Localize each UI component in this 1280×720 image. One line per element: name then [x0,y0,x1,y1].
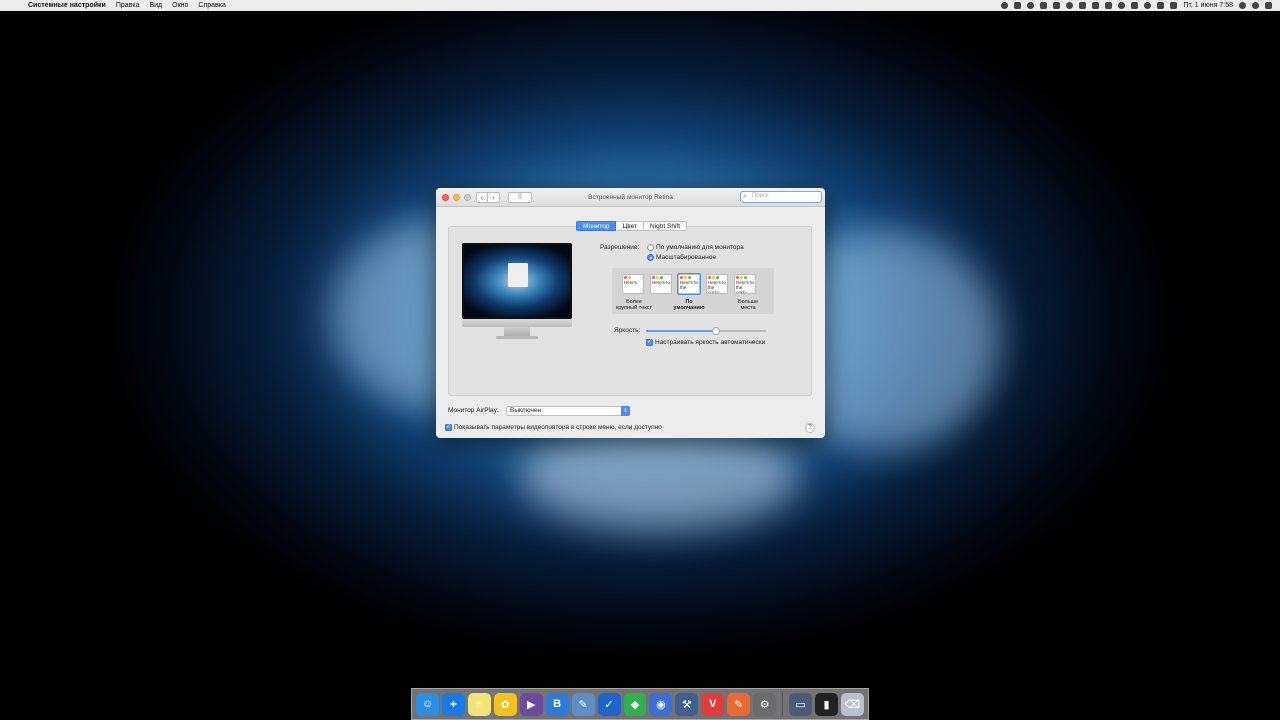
dock-tasks-icon[interactable]: ✓ [597,692,621,716]
dock-evernote-icon[interactable]: ◆ [623,692,647,716]
search-input[interactable]: ⌕ Поиск [740,191,822,203]
dock-vivaldi-icon[interactable]: V [701,692,725,716]
monitor-screen [462,243,572,319]
menu-view[interactable]: Вид [149,2,162,9]
scale-caption-larger: Более крупный текст [616,299,652,311]
menu-extras: Пт, 1 июня 7:58 [1001,2,1272,9]
dock-system-preferences-icon[interactable]: ⚙ [753,692,777,716]
dock-chrome-icon[interactable]: ◉ [649,692,673,716]
brightness-slider-knob[interactable] [711,327,720,335]
scale-sample-text: Here's to the crazy [708,280,726,294]
scale-option-4[interactable]: Here's to the crazy [706,274,728,294]
spotlight-icon[interactable] [1252,2,1259,9]
cloud-icon[interactable] [1053,2,1061,9]
input-source-icon[interactable] [1170,2,1178,9]
dock-preview-icon[interactable]: ✎ [571,692,595,716]
scale-option-2[interactable]: Here's to [650,274,672,294]
dock-downloads-icon[interactable]: ▭ [789,692,813,716]
scale-sample-text: Here's to the crazy ones [736,280,754,294]
scale-sample-text: Here's to the [680,280,698,290]
tab-monitor[interactable]: Монитор [576,221,617,231]
tab-color[interactable]: Цвет [616,221,645,231]
resolution-scaled-radio[interactable] [647,254,654,261]
wifi-icon[interactable] [1144,2,1152,9]
camera-icon[interactable] [1014,2,1022,9]
menu-clock[interactable]: Пт, 1 июня 7:58 [1183,2,1233,9]
apple-logo-icon [462,319,572,327]
dock-trash-icon[interactable]: ⌫ [841,692,864,716]
record-icon[interactable] [1001,2,1009,9]
menu-help[interactable]: Справка [198,2,225,9]
brightness-slider[interactable] [646,327,766,335]
mirroring-checkbox[interactable]: ✓ [445,424,452,431]
dropbox-icon[interactable] [1040,2,1048,9]
scale-caption-more-space: Больше места [737,299,759,311]
window-titlebar[interactable]: ‹ › ⠿ Встроенный монитор Retina ⌕ Поиск [436,188,825,207]
chevron-updown-icon: ⇕ [621,406,630,416]
menu-app-name[interactable]: Системные настройки [28,2,106,9]
tab-bar: Монитор Цвет Night Shift [576,221,688,231]
scale-option-5[interactable]: Here's to the crazy ones [734,274,756,294]
dock-final-cut-pro-icon[interactable]: ▶ [519,692,543,716]
scale-option-1[interactable]: Here's [622,274,644,294]
tab-night-shift[interactable]: Night Shift [644,221,688,231]
display-preferences-window: ‹ › ⠿ Встроенный монитор Retina ⌕ Поиск … [436,188,825,438]
clipboard-icon[interactable] [1079,2,1087,9]
battery-icon[interactable] [1157,2,1165,9]
resolution-scaled-label[interactable]: Масштабированное [656,254,716,261]
dock-finder-icon[interactable]: ☺ [416,692,439,716]
dock-xcode-icon[interactable]: ⚒ [675,692,699,716]
brightness-slider-fill [646,330,716,332]
dock-tes-icon[interactable]: ✿ [493,692,517,716]
dock-vk-icon[interactable]: В [545,692,569,716]
brightness-label: Яркость: [614,327,641,334]
auto-brightness-checkbox[interactable]: ✓ [646,339,653,346]
mirroring-label[interactable]: Показывать параметры видеоповтора в стро… [454,424,662,431]
monitor-mini-window [508,263,528,287]
status-icon[interactable] [1027,2,1035,9]
resolution-default-radio[interactable] [647,244,654,251]
scale-sample-text: Here's to [652,280,670,285]
dock-notes-icon[interactable]: ≡ [467,692,491,716]
auto-brightness-label[interactable]: Настраивать яркость автоматически [655,339,765,346]
airplay-select[interactable]: Выключен ⇕ [506,406,630,416]
dock-sketch-icon[interactable]: ✎ [727,692,751,716]
sync-icon[interactable] [1066,2,1074,9]
airplay-select-value: Выключен [510,407,542,414]
menu-bar: Системные настройки Правка Вид Окно Спра… [0,0,1280,11]
scale-caption-default: По умолчанию [673,299,705,311]
monitor-base [496,336,538,339]
time-machine-icon[interactable] [1118,2,1126,9]
airplay-label: Монитор AirPlay: [448,407,499,414]
airplay-icon[interactable] [1105,2,1113,9]
resolution-label: Разрешение: [600,244,640,251]
help-button[interactable]: ? [805,423,815,433]
notification-center-icon[interactable] [1265,2,1272,9]
display-icon[interactable] [1092,2,1100,9]
menu-edit[interactable]: Правка [116,2,140,9]
user-icon[interactable] [1239,2,1246,9]
bluetooth-icon[interactable] [1131,2,1139,9]
scale-sample-text: Here's [624,280,637,285]
scale-option-3[interactable]: Here's to the [677,273,701,295]
dock: ☺ ✦ ≡ ✿ ▶ В ✎ ✓ ◆ ◉ ⚒ V ✎ ⚙ ▭ ▮ ⌫ [411,688,869,720]
dock-separator [782,692,784,716]
resolution-default-label[interactable]: По умолчанию для монитора [656,244,744,251]
search-placeholder: Поиск [752,193,769,199]
scale-options: Here's Here's to Here's to the Here's to… [612,268,774,314]
dock-safari-icon[interactable]: ✦ [441,692,465,716]
search-icon: ⌕ [743,193,747,200]
menu-window[interactable]: Окно [172,2,188,9]
dock-terminal-icon[interactable]: ▮ [815,692,838,716]
monitor-image [462,243,572,343]
